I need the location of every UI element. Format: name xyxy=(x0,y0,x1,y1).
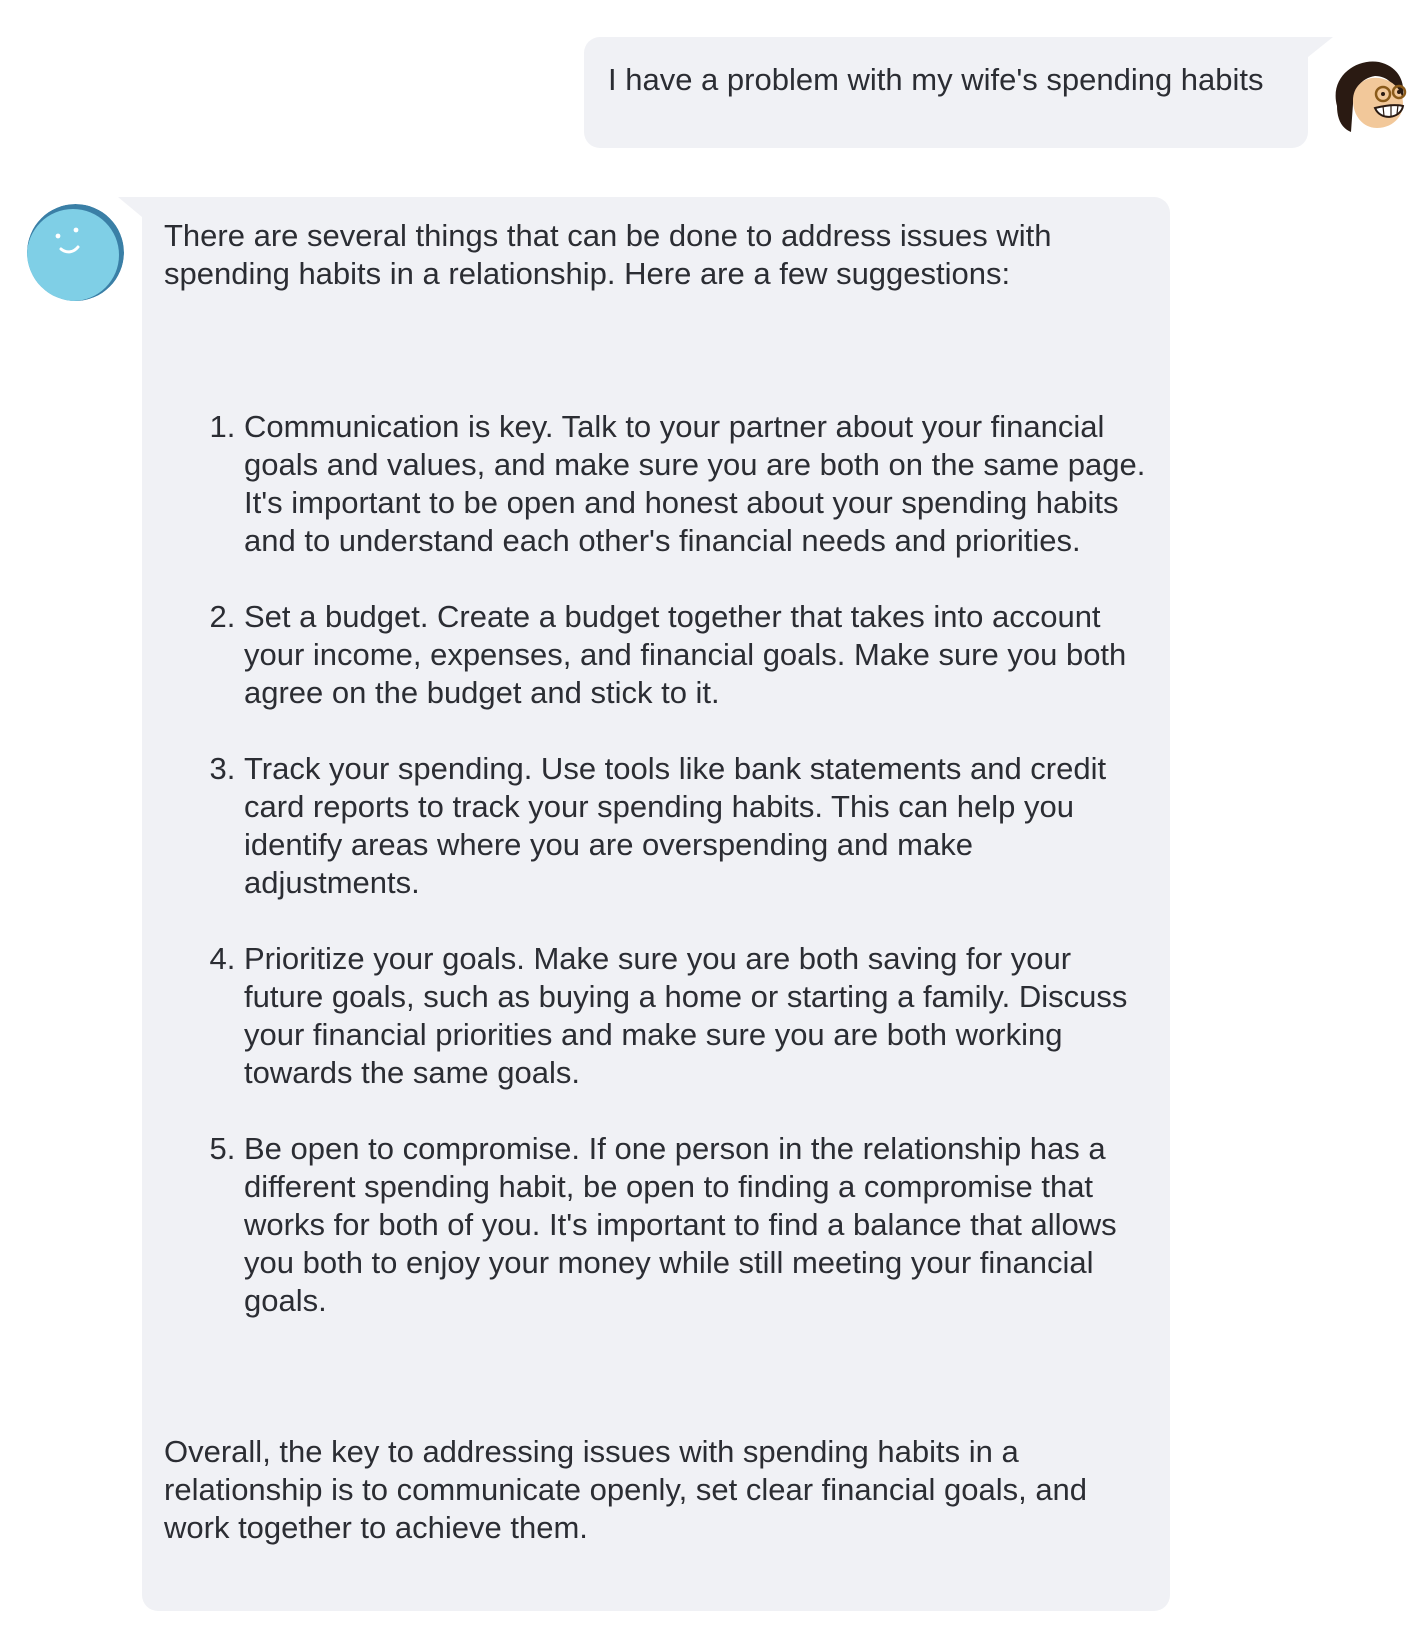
assistant-outro-text: Overall, the key to addressing issues wi… xyxy=(164,1434,1088,1545)
user-message-bubble: I have a problem with my wife's spending… xyxy=(584,37,1333,148)
list-item: Communication is key. Talk to your partn… xyxy=(244,408,1148,560)
suggestion-list: Communication is key. Talk to your partn… xyxy=(164,408,1148,1320)
assistant-message-content: There are several things that can be don… xyxy=(164,217,1148,1547)
user-message-text: I have a problem with my wife's spending… xyxy=(608,62,1264,97)
assistant-intro-text: There are several things that can be don… xyxy=(164,218,1052,291)
list-item: Set a budget. Create a budget together t… xyxy=(244,598,1148,712)
smiley-bot-avatar-icon xyxy=(27,204,124,301)
user-cartoon-avatar-icon xyxy=(1327,56,1407,136)
list-item: Track your spending. Use tools like bank… xyxy=(244,750,1148,902)
assistant-message-bubble: There are several things that can be don… xyxy=(118,197,1170,1611)
list-item: Be open to compromise. If one person in … xyxy=(244,1130,1148,1320)
list-item: Prioritize your goals. Make sure you are… xyxy=(244,940,1148,1092)
